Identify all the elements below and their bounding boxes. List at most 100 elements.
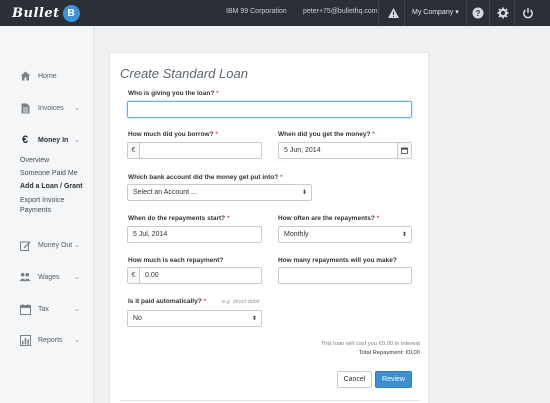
chevron-down-icon: ⌄ <box>74 242 80 249</box>
review-button[interactable]: Review <box>375 371 412 388</box>
divider <box>120 400 420 401</box>
received-date-input[interactable]: 5 Jun, 2014 <box>278 142 412 159</box>
svg-text:?: ? <box>476 9 481 18</box>
user-email[interactable]: peter+75@bullethq.com <box>303 8 378 15</box>
repayment-count-input[interactable] <box>278 267 412 284</box>
sidebar-subitem-overview[interactable]: Overview <box>20 157 49 164</box>
sidebar-subitem-someone-paid-me[interactable]: Someone Paid Me <box>20 170 78 177</box>
currency-addon: € <box>128 268 140 283</box>
field-value: 5 Jul, 2014 <box>133 231 168 238</box>
bank-account-label: Which bank account did the money get put… <box>128 174 283 181</box>
sidebar-item-label: Wages <box>38 273 60 281</box>
sidebar-item-label: Money In <box>38 136 69 144</box>
sidebar-item-money-in[interactable]: € Money In ⌄ <box>0 129 94 151</box>
required-mark: * <box>215 131 218 138</box>
label-text: When did you get the money? <box>278 131 371 138</box>
cancel-button[interactable]: Cancel <box>337 371 372 388</box>
required-mark: * <box>372 131 375 138</box>
repayment-start-label: When do the repayments start? * <box>128 215 230 222</box>
chevron-down-icon: ▾ <box>455 9 459 16</box>
label-text: How many repayments will you make? <box>278 257 397 264</box>
divider <box>514 0 515 26</box>
received-date-label: When did you get the money? * <box>278 131 375 138</box>
sidebar-subitem-export-invoice-payments[interactable]: Export Invoice Payments <box>20 196 80 215</box>
sidebar-item-money-out[interactable]: Money Out ⌄ <box>0 234 94 256</box>
page-title: Create Standard Loan <box>120 66 248 81</box>
auto-paid-select[interactable]: No ⬍ <box>127 310 262 327</box>
select-arrows-icon: ⬍ <box>251 316 257 322</box>
repayment-amount-input[interactable]: € 0.00 <box>127 267 262 284</box>
select-arrows-icon: ⬍ <box>401 232 407 238</box>
sidebar-item-label: Tax <box>38 305 49 313</box>
field-value: Monthly <box>284 231 309 238</box>
required-mark: * <box>216 90 219 97</box>
chevron-down-icon: ⌄ <box>74 306 80 313</box>
field-value: 0.00 <box>145 272 159 279</box>
label-text: Is it paid automatically? <box>128 298 202 305</box>
repayment-frequency-label: How often are the repayments? * <box>278 215 379 222</box>
sidebar-item-reports[interactable]: Reports ⌄ <box>0 329 94 351</box>
chart-icon <box>19 334 31 346</box>
repayment-count-label: How many repayments will you make? <box>278 257 397 264</box>
sidebar-item-label: Reports <box>38 336 63 344</box>
currency-addon: € <box>128 143 140 158</box>
euro-icon: € <box>21 134 29 146</box>
label-text: When do the repayments start? <box>128 215 226 222</box>
label-text: How much did you borrow? <box>128 131 214 138</box>
divider <box>489 0 490 26</box>
chevron-down-icon: ⌄ <box>74 337 80 344</box>
logo-badge: B <box>62 4 80 22</box>
sidebar-item-wages[interactable]: Wages ⌄ <box>0 266 94 288</box>
sidebar-item-label: Money Out <box>38 241 73 249</box>
sidebar-item-label: Invoices <box>38 104 64 112</box>
top-bar: Bullet B IBM 99 Corporation peter+75@bul… <box>0 0 550 26</box>
divider <box>404 0 405 26</box>
select-arrows-icon: ⬍ <box>301 190 307 196</box>
field-value: 5 Jun, 2014 <box>284 147 321 154</box>
auto-paid-hint: e.g. direct debit <box>222 299 260 305</box>
edit-icon <box>19 239 31 251</box>
sidebar-subitem-add-loan[interactable]: Add a Loan / Grant <box>20 183 83 190</box>
required-mark: * <box>280 174 283 181</box>
my-company-label: My Company <box>412 9 454 16</box>
divider <box>466 0 467 26</box>
home-icon <box>19 70 31 82</box>
sidebar-item-label: Home <box>38 72 57 80</box>
power-icon[interactable] <box>521 6 535 20</box>
company-name: IBM 99 Corporation <box>226 8 287 15</box>
chevron-down-icon: ⌄ <box>74 105 80 112</box>
label-text: How much is each repayment? <box>128 257 224 264</box>
repayment-start-input[interactable]: 5 Jul, 2014 <box>127 226 262 243</box>
label-text: Which bank account did the money get put… <box>128 174 279 181</box>
required-mark: * <box>226 215 230 222</box>
document-icon <box>19 102 31 114</box>
chevron-down-icon: ⌄ <box>74 137 80 144</box>
field-value: Select an Account ... <box>133 189 197 196</box>
borrowed-amount-input[interactable]: € <box>127 142 262 159</box>
required-mark: * <box>376 215 380 222</box>
calendar-icon <box>19 303 31 315</box>
gear-icon[interactable] <box>496 6 510 20</box>
repayment-amount-label: How much is each repayment? <box>128 257 223 264</box>
help-icon[interactable]: ? <box>471 6 485 20</box>
bullet-logo[interactable]: Bullet B <box>12 4 80 22</box>
interest-cost-note: This loan will cost you €0.00 in interes… <box>320 341 420 347</box>
lender-input[interactable] <box>127 101 412 118</box>
calendar-icon[interactable] <box>397 143 411 158</box>
lender-label: Who is giving you the loan? * <box>128 90 219 97</box>
field-value: No <box>133 315 142 322</box>
required-mark: * <box>203 298 207 305</box>
bank-account-select[interactable]: Select an Account ... ⬍ <box>127 184 312 201</box>
sidebar-item-home[interactable]: Home <box>0 65 94 87</box>
total-repayment: Total Repayment: €0.00 <box>358 350 420 356</box>
divider <box>378 0 379 26</box>
auto-paid-label: Is it paid automatically? * <box>128 298 206 305</box>
chevron-down-icon: ⌄ <box>74 274 80 281</box>
repayment-frequency-select[interactable]: Monthly ⬍ <box>278 226 412 243</box>
people-icon <box>19 271 31 283</box>
warning-icon[interactable] <box>386 6 400 20</box>
label-text: How often are the repayments? <box>278 215 375 222</box>
sidebar-item-tax[interactable]: Tax ⌄ <box>0 298 94 320</box>
sidebar-item-invoices[interactable]: Invoices ⌄ <box>0 97 94 119</box>
my-company-menu[interactable]: My Company ▾ <box>412 8 459 16</box>
